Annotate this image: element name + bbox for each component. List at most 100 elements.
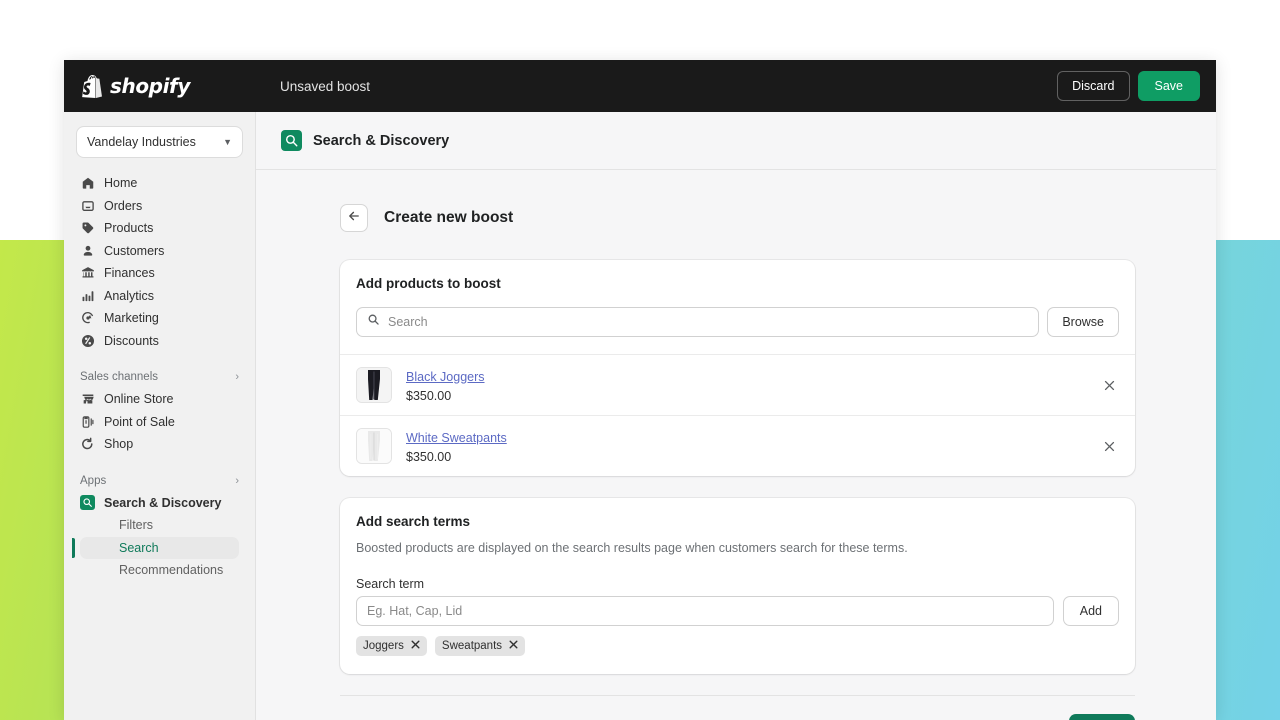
footer-actions: Save bbox=[340, 714, 1135, 720]
sidebar-item-analytics[interactable]: Analytics bbox=[72, 285, 247, 308]
unsaved-status-title: Unsaved boost bbox=[280, 78, 371, 94]
product-search-field[interactable] bbox=[356, 307, 1040, 337]
sidebar-item-label: Orders bbox=[104, 198, 143, 213]
body-split: Vandelay Industries ▼ Home Orders Produc… bbox=[64, 112, 1216, 720]
app-header: Search & Discovery bbox=[256, 112, 1216, 170]
page-header: Create new boost bbox=[340, 204, 1216, 232]
sidebar-item-products[interactable]: Products bbox=[72, 217, 247, 240]
search-discovery-app-icon bbox=[80, 495, 95, 511]
product-info: White Sweatpants $350.00 bbox=[406, 429, 1085, 464]
black-joggers-thumbnail bbox=[356, 367, 392, 403]
chevron-right-icon: › bbox=[235, 371, 239, 383]
megaphone-target-icon bbox=[80, 311, 95, 326]
product-tag-icon bbox=[80, 221, 95, 236]
sidebar-item-shop[interactable]: Shop bbox=[72, 433, 247, 456]
search-term-chips: Joggers Sweatpants bbox=[356, 636, 1119, 674]
list-item[interactable]: Joggers bbox=[356, 636, 427, 657]
person-icon bbox=[80, 243, 95, 258]
shop-bag-icon bbox=[80, 437, 95, 452]
primary-nav: Home Orders Products Customers Finances … bbox=[64, 172, 255, 352]
home-icon bbox=[80, 176, 95, 191]
bar-chart-icon bbox=[80, 288, 95, 303]
shopify-wordmark: shopify bbox=[110, 74, 190, 98]
sidebar-item-recommendations[interactable]: Recommendations bbox=[80, 559, 239, 582]
footer-divider bbox=[340, 695, 1135, 697]
table-row: Black Joggers $350.00 bbox=[340, 354, 1135, 415]
product-name-link[interactable]: White Sweatpants bbox=[406, 431, 507, 445]
chip-label: Joggers bbox=[363, 640, 404, 653]
search-term-input[interactable] bbox=[356, 596, 1054, 627]
sidebar-item-search-and-discovery[interactable]: Search & Discovery bbox=[72, 492, 247, 515]
list-item[interactable]: Sweatpants bbox=[434, 636, 526, 657]
sidebar-item-filters[interactable]: Filters bbox=[80, 514, 239, 537]
sidebar-item-point-of-sale[interactable]: Point of Sale bbox=[72, 411, 247, 434]
close-x-icon[interactable] bbox=[411, 640, 420, 652]
section-label: Sales channels bbox=[80, 371, 158, 383]
add-term-button[interactable]: Add bbox=[1062, 596, 1119, 627]
sidebar-item-label: Online Store bbox=[104, 392, 174, 407]
back-button[interactable] bbox=[340, 204, 368, 232]
sidebar-item-label: Discounts bbox=[104, 333, 159, 348]
search-icon bbox=[367, 313, 380, 331]
sidebar-item-label: Point of Sale bbox=[104, 414, 175, 429]
pos-device-icon bbox=[80, 414, 95, 429]
sidebar-item-label: Recommendations bbox=[119, 563, 224, 578]
chevron-right-icon: › bbox=[235, 474, 239, 487]
save-button-top[interactable]: Save bbox=[1137, 71, 1200, 101]
sidebar-item-discounts[interactable]: Discounts bbox=[72, 330, 247, 353]
sidebar-item-marketing[interactable]: Marketing bbox=[72, 307, 247, 330]
sidebar-item-label: Shop bbox=[104, 437, 134, 452]
sidebar-item-customers[interactable]: Customers bbox=[72, 240, 247, 263]
app-title: Search & Discovery bbox=[313, 132, 450, 149]
browse-button[interactable]: Browse bbox=[1047, 307, 1119, 337]
sidebar-item-label: Finances bbox=[104, 266, 155, 281]
save-button-bottom[interactable]: Save bbox=[1068, 714, 1135, 720]
storefront-icon bbox=[80, 392, 95, 407]
sidebar-item-home[interactable]: Home bbox=[72, 172, 247, 195]
shopify-bag-icon bbox=[82, 74, 103, 98]
sidebar-item-label: Products bbox=[104, 221, 154, 236]
product-search-input[interactable] bbox=[388, 315, 1029, 329]
sidebar-item-orders[interactable]: Orders bbox=[72, 195, 247, 218]
section-sales-channels[interactable]: Sales channels › bbox=[64, 366, 255, 388]
sidebar-item-finances[interactable]: Finances bbox=[72, 262, 247, 285]
topbar-actions: Discard Save bbox=[1057, 71, 1200, 101]
sidebar: Vandelay Industries ▼ Home Orders Produc… bbox=[64, 112, 256, 720]
remove-product-button[interactable] bbox=[1099, 436, 1119, 456]
page-scroll-area: Create new boost Add products to boost S… bbox=[256, 170, 1216, 720]
apps-list: Search & Discovery Filters Search Recomm… bbox=[64, 492, 255, 582]
search-discovery-app-icon bbox=[281, 130, 302, 151]
store-switcher[interactable]: Vandelay Industries ▼ bbox=[76, 126, 243, 158]
section-label: Apps bbox=[80, 474, 107, 487]
card-description: Boosted products are displayed on the se… bbox=[356, 541, 908, 555]
add-products-card: Add products to boost Browse bbox=[340, 260, 1135, 476]
card-title: Add products to boost bbox=[356, 276, 501, 291]
chip-label: Sweatpants bbox=[441, 640, 503, 653]
discard-button[interactable]: Discard bbox=[1057, 71, 1130, 101]
sidebar-item-online-store[interactable]: Online Store bbox=[72, 388, 247, 411]
arrow-left-icon bbox=[347, 209, 361, 228]
shopify-admin-window: shopify Unsaved boost Discard Save Vande… bbox=[64, 60, 1216, 720]
add-search-terms-card: Add search terms Boosted products are di… bbox=[340, 498, 1135, 675]
sidebar-item-label: Marketing bbox=[104, 311, 159, 326]
table-row: White Sweatpants $350.00 bbox=[340, 415, 1135, 476]
product-info: Black Joggers $350.00 bbox=[406, 368, 1085, 403]
section-apps[interactable]: Apps › bbox=[64, 470, 255, 492]
sidebar-item-search[interactable]: Search bbox=[72, 536, 239, 559]
store-name: Vandelay Industries bbox=[87, 135, 196, 149]
white-sweatpants-thumbnail bbox=[356, 428, 392, 464]
close-x-icon[interactable] bbox=[509, 640, 518, 652]
search-term-label: Search term bbox=[356, 577, 425, 592]
product-name-link[interactable]: Black Joggers bbox=[406, 370, 485, 384]
product-search-row: Browse bbox=[356, 307, 1119, 354]
shopify-logo[interactable]: shopify bbox=[82, 74, 260, 98]
search-term-row: Add bbox=[356, 596, 1119, 627]
sidebar-item-label: Search bbox=[119, 540, 159, 555]
remove-product-button[interactable] bbox=[1099, 375, 1119, 395]
sidebar-item-label: Filters bbox=[119, 518, 154, 533]
page-title: Create new boost bbox=[384, 209, 514, 226]
bank-icon bbox=[80, 266, 95, 281]
sales-channels-list: Online Store Point of Sale Shop bbox=[64, 388, 255, 456]
sidebar-item-label: Customers bbox=[104, 243, 165, 258]
sidebar-item-label: Home bbox=[104, 176, 138, 191]
